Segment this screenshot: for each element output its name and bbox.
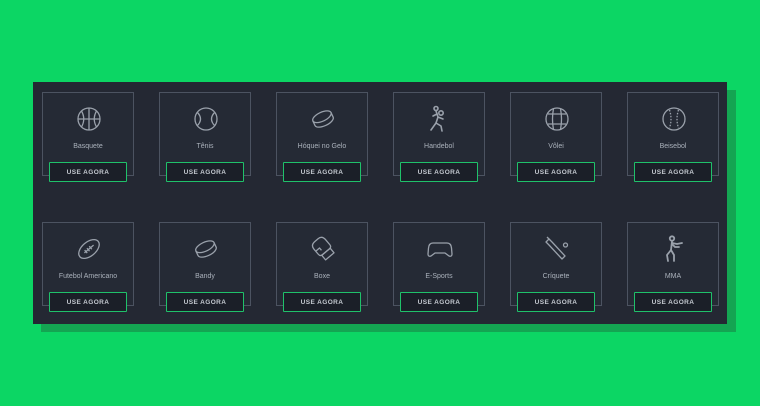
boxing-glove-icon [309,235,337,263]
sport-card-hoquei: Hóquei no Gelo USE AGORA [276,92,368,182]
use-agora-button[interactable]: USE AGORA [283,292,361,312]
sport-card-mma: MMA USE AGORA [627,222,719,312]
american-football-icon [75,235,103,263]
gamepad-icon [426,235,454,263]
tennis-ball-icon [192,105,220,133]
sport-label: Futebol Americano [58,273,118,280]
sport-card-basquete: Basquete USE AGORA [42,92,134,182]
sport-label: Vôlei [548,143,564,150]
sport-label: Tênis [196,143,214,150]
bandy-puck-icon [192,235,220,263]
basketball-icon [75,105,103,133]
sport-card-boxe: Boxe USE AGORA [276,222,368,312]
use-agora-button[interactable]: USE AGORA [400,292,478,312]
mma-fighter-icon [660,235,688,263]
sport-label: Boxe [314,273,330,280]
use-agora-button[interactable]: USE AGORA [517,162,595,182]
cricket-bat-icon [543,235,571,263]
use-agora-button[interactable]: USE AGORA [49,292,127,312]
sport-card-criquete: Críquete USE AGORA [510,222,602,312]
sport-label: Beisebol [659,143,687,150]
sport-card-esports: E-Sports USE AGORA [393,222,485,312]
handball-player-icon [426,105,454,133]
use-agora-button[interactable]: USE AGORA [283,162,361,182]
use-agora-button[interactable]: USE AGORA [517,292,595,312]
use-agora-button[interactable]: USE AGORA [49,162,127,182]
sport-card-volei: Vôlei USE AGORA [510,92,602,182]
baseball-icon [660,105,688,133]
sport-card-bandy: Bandy USE AGORA [159,222,251,312]
sport-label: Bandy [195,273,215,280]
use-agora-button[interactable]: USE AGORA [166,162,244,182]
use-agora-button[interactable]: USE AGORA [400,162,478,182]
sport-card-futebol-americano: Futebol Americano USE AGORA [42,222,134,312]
sport-label: Handebol [424,143,454,150]
sport-label: Basquete [73,143,103,150]
use-agora-button[interactable]: USE AGORA [634,162,712,182]
hockey-puck-icon [309,105,337,133]
sport-card-beisebol: Beisebol USE AGORA [627,92,719,182]
volleyball-icon [543,105,571,133]
use-agora-button[interactable]: USE AGORA [166,292,244,312]
sport-card-tenis: Tênis USE AGORA [159,92,251,182]
sport-label: MMA [664,273,682,280]
sports-panel: Basquete USE AGORA Tênis USE AGORA Hóque… [33,82,727,324]
sport-label: Críquete [542,273,570,280]
use-agora-button[interactable]: USE AGORA [634,292,712,312]
sport-label: Hóquei no Gelo [297,143,347,150]
sport-card-handebol: Handebol USE AGORA [393,92,485,182]
sport-label: E-Sports [425,273,453,280]
